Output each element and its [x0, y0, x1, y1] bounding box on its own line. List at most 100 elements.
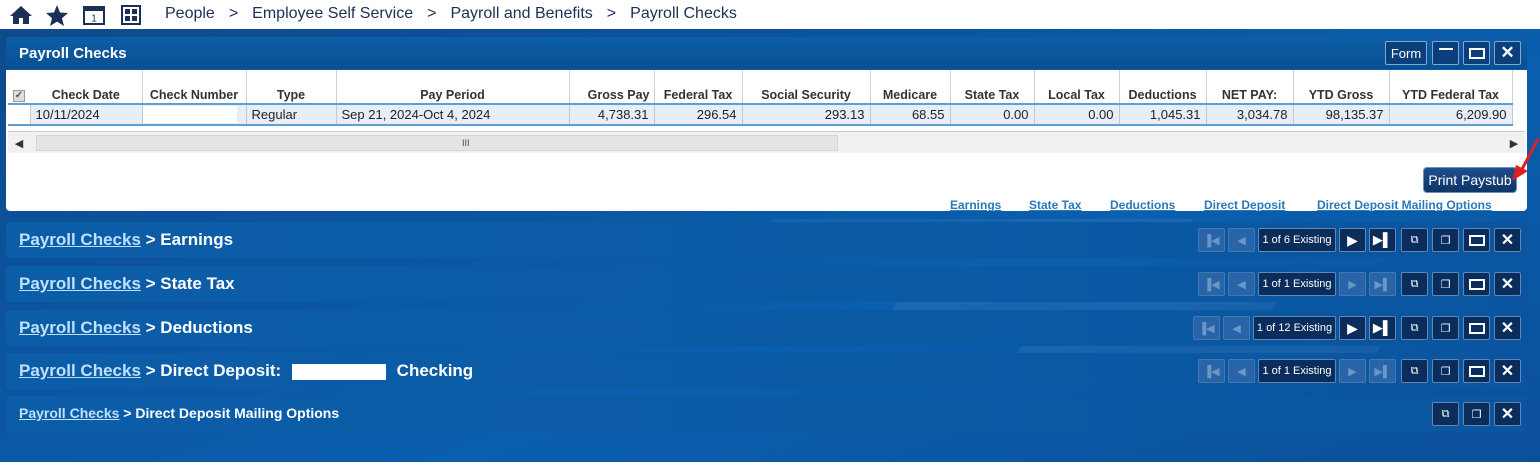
column-header[interactable]: Medicare	[870, 70, 951, 104]
payroll-checks-link[interactable]: Payroll Checks	[19, 274, 141, 293]
redacted-account	[291, 363, 386, 380]
close-icon[interactable]: ✕	[1494, 272, 1521, 296]
cell-ytd-federal-tax: 6,209.90	[1389, 103, 1513, 126]
previous-record-button[interactable]: ◀	[1228, 359, 1255, 383]
cell-ytd-gross: 98,135.37	[1293, 103, 1390, 126]
maximize-icon[interactable]	[1463, 228, 1490, 252]
column-header[interactable]: Local Tax	[1034, 70, 1120, 104]
first-record-button[interactable]: ▐◀	[1198, 272, 1225, 296]
first-record-button[interactable]: ▐◀	[1198, 228, 1225, 252]
copy-icon[interactable]: ❐	[1432, 272, 1459, 296]
state-tax-link[interactable]: State Tax	[1029, 198, 1081, 211]
column-header[interactable]: Federal Tax	[654, 70, 743, 104]
mailing-options-panel-title: Payroll Checks > Direct Deposit Mailing …	[19, 405, 339, 421]
maximize-icon[interactable]	[1463, 316, 1490, 340]
breadcrumb: People > Employee Self Service > Payroll…	[165, 5, 737, 23]
panel-title: Payroll Checks	[19, 45, 127, 62]
column-header[interactable]: Pay Period	[336, 70, 570, 104]
deductions-link[interactable]: Deductions	[1110, 198, 1175, 211]
breadcrumb-payroll-and-benefits[interactable]: Payroll and Benefits	[450, 5, 592, 23]
form-button[interactable]: Form	[1385, 41, 1427, 65]
new-window-icon[interactable]: ⧉	[1401, 272, 1428, 296]
scroll-left-arrow[interactable]: ◀	[11, 134, 27, 152]
last-record-button[interactable]: ▶▌	[1369, 228, 1396, 252]
new-window-icon[interactable]: ⧉	[1401, 228, 1428, 252]
maximize-icon[interactable]	[1463, 272, 1490, 296]
copy-icon[interactable]: ❐	[1432, 359, 1459, 383]
close-icon[interactable]: ✕	[1494, 402, 1521, 426]
top-navigation: 1 People > Employee Self Service > Payro…	[0, 0, 1540, 29]
column-header[interactable]: Deductions	[1119, 70, 1207, 104]
previous-record-button[interactable]: ◀	[1228, 272, 1255, 296]
account-type: Checking	[396, 361, 474, 380]
cell-gross-pay: 4,738.31	[569, 103, 655, 126]
direct-deposit-mailing-options-link[interactable]: Direct Deposit Mailing Options	[1317, 198, 1492, 211]
last-record-button[interactable]: ▶▌	[1369, 272, 1396, 296]
new-window-icon[interactable]: ⧉	[1401, 359, 1428, 383]
horizontal-scrollbar[interactable]: ◀ III ▶	[8, 131, 1525, 153]
close-icon[interactable]: ✕	[1494, 359, 1521, 383]
column-header[interactable]: Type	[246, 70, 337, 104]
next-record-button[interactable]: ▶	[1339, 228, 1366, 252]
column-header[interactable]: Check Date	[30, 70, 143, 104]
breadcrumb-separator: >	[427, 5, 437, 22]
maximize-button[interactable]	[1463, 41, 1490, 65]
breadcrumb-people[interactable]: People	[165, 5, 215, 23]
breadcrumb-payroll-checks[interactable]: Payroll Checks	[630, 5, 737, 23]
column-header[interactable]: Gross Pay	[569, 70, 655, 104]
column-header[interactable]: NET PAY:	[1206, 70, 1294, 104]
first-record-button[interactable]: ▐◀	[1198, 359, 1225, 383]
first-record-button[interactable]: ▐◀	[1193, 316, 1220, 340]
row-selector[interactable]	[8, 103, 31, 126]
copy-icon[interactable]: ❐	[1432, 316, 1459, 340]
home-icon[interactable]	[8, 4, 34, 26]
new-window-icon[interactable]: ⧉	[1432, 402, 1459, 426]
copy-icon[interactable]: ❐	[1432, 228, 1459, 252]
cell-pay-period: Sep 21, 2024-Oct 4, 2024	[336, 103, 570, 126]
minimize-button[interactable]	[1432, 41, 1459, 65]
record-count: 1 of 1 Existing	[1258, 359, 1336, 383]
previous-record-button[interactable]: ◀	[1223, 316, 1250, 340]
column-header[interactable]: YTD Gross	[1293, 70, 1390, 104]
svg-text:1: 1	[91, 14, 97, 25]
column-header[interactable]: State Tax	[950, 70, 1035, 104]
breadcrumb-separator: >	[228, 5, 239, 22]
new-window-icon[interactable]: ⧉	[1401, 316, 1428, 340]
record-count: 1 of 6 Existing	[1258, 228, 1336, 252]
payroll-checks-link[interactable]: Payroll Checks	[19, 318, 141, 337]
next-record-button[interactable]: ▶	[1339, 272, 1366, 296]
close-button[interactable]: ✕	[1494, 41, 1521, 65]
payroll-checks-link[interactable]: Payroll Checks	[19, 405, 119, 421]
close-icon: ✕	[1500, 43, 1515, 62]
calendar-icon[interactable]: 1	[83, 4, 105, 26]
last-record-button[interactable]: ▶▌	[1369, 359, 1396, 383]
select-all-checkbox[interactable]: ✓	[8, 70, 30, 104]
close-icon[interactable]: ✕	[1494, 316, 1521, 340]
grid-icon[interactable]	[120, 4, 142, 26]
close-icon[interactable]: ✕	[1494, 228, 1521, 252]
next-record-button[interactable]: ▶	[1339, 359, 1366, 383]
scrollbar-thumb[interactable]: III	[36, 135, 838, 151]
column-header[interactable]: Check Number	[142, 70, 247, 104]
state-tax-panel: Payroll Checks > State Tax ▐◀ ◀ 1 of 1 E…	[6, 266, 1527, 302]
payroll-checks-link[interactable]: Payroll Checks	[19, 361, 141, 380]
record-count: 1 of 12 Existing	[1253, 316, 1336, 340]
earnings-link[interactable]: Earnings	[950, 198, 1001, 211]
cell-federal-tax: 296.54	[654, 103, 743, 126]
column-header[interactable]: Social Security	[742, 70, 871, 104]
next-record-button[interactable]: ▶	[1339, 316, 1366, 340]
direct-deposit-link[interactable]: Direct Deposit	[1204, 198, 1285, 211]
star-icon[interactable]	[45, 4, 69, 26]
previous-record-button[interactable]: ◀	[1228, 228, 1255, 252]
subpanel-links: Earnings State Tax Deductions Direct Dep…	[6, 198, 1527, 211]
cell-net-pay: 3,034.78	[1206, 103, 1294, 126]
breadcrumb-employee-self-service[interactable]: Employee Self Service	[252, 5, 413, 23]
copy-icon[interactable]: ❐	[1463, 402, 1490, 426]
last-record-button[interactable]: ▶▌	[1369, 316, 1396, 340]
payroll-checks-link[interactable]: Payroll Checks	[19, 230, 141, 249]
redacted-value	[142, 106, 237, 123]
table-row[interactable]: 10/11/2024 Regular Sep 21, 2024-Oct 4, 2…	[8, 103, 1513, 126]
maximize-icon[interactable]	[1463, 359, 1490, 383]
column-header[interactable]: YTD Federal Tax	[1389, 70, 1513, 104]
cell-state-tax: 0.00	[950, 103, 1035, 126]
